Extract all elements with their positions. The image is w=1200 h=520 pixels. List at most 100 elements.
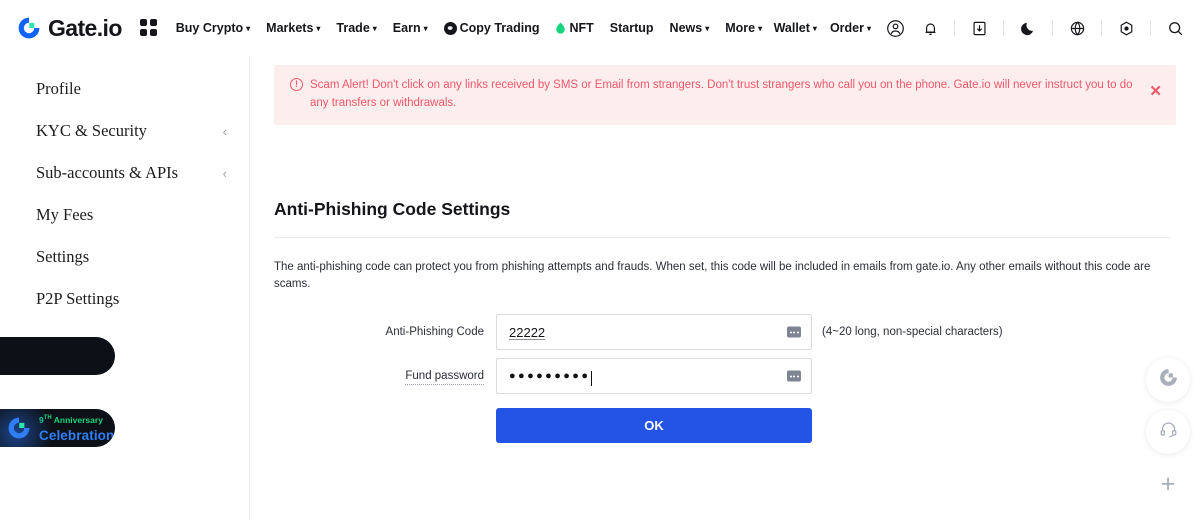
app-root: Gate.io Buy Crypto ▾ Markets ▾ Trade ▾ E… — [0, 0, 1200, 520]
fund-password-field-row: Fund password ●●●●●●●●● — [251, 358, 1200, 394]
headset-support-icon — [1159, 420, 1178, 444]
brand-logo[interactable]: Gate.io — [16, 15, 122, 42]
sidebar-item-label: Settings — [36, 247, 90, 266]
bell-icon[interactable] — [919, 17, 941, 39]
nav-label: Order — [829, 21, 864, 35]
fund-password-value: ●●●●●●●●● — [509, 370, 591, 382]
page-description: The anti-phishing code can protect you f… — [274, 261, 1151, 291]
sidebar-item-label: KYC & Security — [36, 121, 147, 140]
password-manager-icon[interactable] — [787, 326, 801, 338]
nav-item-buy-crypto[interactable]: Buy Crypto ▾ — [176, 21, 250, 35]
nav-label: Earn — [392, 21, 421, 35]
nav-divider — [1003, 20, 1004, 36]
search-icon[interactable] — [1164, 17, 1186, 39]
promo-banner-top[interactable] — [0, 337, 115, 375]
anti-phishing-code-value: 22222 — [509, 324, 546, 340]
nav-item-markets[interactable]: Markets ▾ — [266, 21, 320, 35]
primary-nav-links: Buy Crypto ▾ Markets ▾ Trade ▾ Earn ▾ ⚭ … — [176, 21, 762, 35]
chevron-down-icon: ▾ — [246, 24, 251, 33]
page-title: Anti-Phishing Code Settings — [274, 199, 511, 219]
secondary-nav-links: Wallet ▾ Order ▾ — [774, 17, 1186, 39]
submit-row: OK — [251, 408, 1200, 443]
download-icon[interactable] — [968, 17, 990, 39]
nav-divider — [954, 20, 955, 36]
chevron-down-icon: ▾ — [758, 24, 763, 33]
sidebar-item-profile[interactable]: Profile — [0, 68, 249, 110]
chevron-down-icon: ▾ — [866, 24, 871, 33]
hexagon-icon[interactable] — [1115, 17, 1137, 39]
nav-label: News — [669, 21, 703, 35]
chevron-left-icon: ‹ — [222, 165, 227, 181]
copy-trading-icon: ⚭ — [443, 21, 457, 35]
anti-phishing-code-field-row: Anti-Phishing Code 22222 (4~20 long, non… — [251, 314, 1200, 350]
nav-divider — [1101, 20, 1102, 36]
nav-divider — [1150, 20, 1151, 36]
chevron-left-icon: ‹ — [222, 123, 227, 139]
nav-item-more[interactable]: More ▾ — [725, 21, 762, 35]
sidebar-item-label: P2P Settings — [36, 289, 120, 308]
sidebar-item-settings[interactable]: Settings — [0, 236, 249, 278]
nav-item-startup[interactable]: Startup — [610, 21, 654, 35]
gate-logo-icon — [6, 415, 32, 441]
nav-item-copy-trading[interactable]: ⚭ Copy Trading — [443, 21, 540, 35]
fund-password-label-text: Fund password — [405, 370, 484, 385]
moon-icon[interactable] — [1017, 17, 1039, 39]
rail-button-support[interactable] — [1146, 410, 1190, 454]
nav-label: Wallet — [773, 21, 810, 35]
nav-label: Markets — [266, 21, 314, 35]
close-icon[interactable]: ✕ — [1149, 84, 1162, 99]
ok-button[interactable]: OK — [496, 408, 812, 443]
chevron-down-icon: ▾ — [372, 24, 377, 33]
sidebar-item-kyc-security[interactable]: KYC & Security ‹ — [0, 110, 249, 152]
sidebar-item-subaccounts-apis[interactable]: Sub-accounts & APIs ‹ — [0, 152, 249, 194]
settings-sidebar: Profile KYC & Security ‹ Sub-accounts & … — [0, 56, 250, 520]
rail-button-add[interactable]: + — [1146, 462, 1190, 506]
scam-alert-banner: ! Scam Alert! Don't click on any links r… — [274, 65, 1176, 125]
sidebar-item-label: Profile — [36, 79, 81, 98]
fund-password-input[interactable]: ●●●●●●●●● — [496, 358, 812, 394]
scam-alert-text: Scam Alert! Don't click on any links rec… — [310, 79, 1133, 109]
chevron-down-icon: ▾ — [316, 24, 321, 33]
anti-phishing-code-input[interactable]: 22222 — [496, 314, 812, 350]
chevron-down-icon: ▾ — [812, 24, 817, 33]
sidebar-item-p2p-settings[interactable]: P2P Settings — [0, 278, 249, 320]
anti-phishing-code-label: Anti-Phishing Code — [385, 326, 484, 338]
gate-logo-icon — [1158, 367, 1179, 393]
brand-name: Gate.io — [48, 14, 122, 41]
anti-phishing-form: Anti-Phishing Code 22222 (4~20 long, non… — [251, 314, 1200, 443]
anniversary-promo-banner[interactable]: 9TH Anniversary Celebration — [0, 409, 115, 447]
gate-logo-icon — [16, 15, 42, 41]
nav-item-wallet[interactable]: Wallet ▾ — [774, 21, 817, 35]
globe-icon[interactable] — [1066, 17, 1088, 39]
password-manager-icon[interactable] — [787, 370, 801, 382]
text-cursor — [591, 370, 593, 386]
nav-label: Buy Crypto — [175, 21, 244, 35]
nav-label: Trade — [336, 21, 370, 35]
exclamation-circle-icon: ! — [290, 78, 303, 91]
nav-label: NFT — [569, 21, 594, 35]
nav-label: More — [725, 21, 756, 35]
chevron-down-icon: ▾ — [423, 24, 428, 33]
nav-item-trade[interactable]: Trade ▾ — [336, 21, 376, 35]
sidebar-item-label: Sub-accounts & APIs — [36, 163, 179, 182]
chevron-down-icon: ▾ — [705, 24, 710, 33]
rail-button-gate[interactable] — [1146, 358, 1190, 402]
nav-item-nft[interactable]: NFT — [555, 21, 594, 35]
sidebar-item-my-fees[interactable]: My Fees — [0, 194, 249, 236]
fund-password-label: Fund password — [251, 370, 496, 385]
title-divider — [274, 237, 1170, 238]
nft-flame-icon — [555, 22, 566, 35]
main-content: ! Scam Alert! Don't click on any links r… — [251, 56, 1200, 520]
anniversary-word: Anniversary — [53, 415, 103, 426]
apps-grid-icon[interactable] — [139, 19, 158, 37]
nav-item-earn[interactable]: Earn ▾ — [393, 21, 428, 35]
nav-label: Startup — [609, 21, 654, 35]
sidebar-item-label: My Fees — [36, 205, 94, 224]
plus-icon: + — [1160, 469, 1176, 498]
user-avatar-icon[interactable] — [884, 17, 906, 39]
nav-item-order[interactable]: Order ▾ — [830, 21, 871, 35]
nav-item-news[interactable]: News ▾ — [670, 21, 710, 35]
nav-label: Copy Trading — [459, 21, 540, 35]
top-navigation-bar: Gate.io Buy Crypto ▾ Markets ▾ Trade ▾ E… — [0, 0, 1200, 56]
anti-phishing-code-hint: (4~20 long, non-special characters) — [822, 326, 1003, 338]
